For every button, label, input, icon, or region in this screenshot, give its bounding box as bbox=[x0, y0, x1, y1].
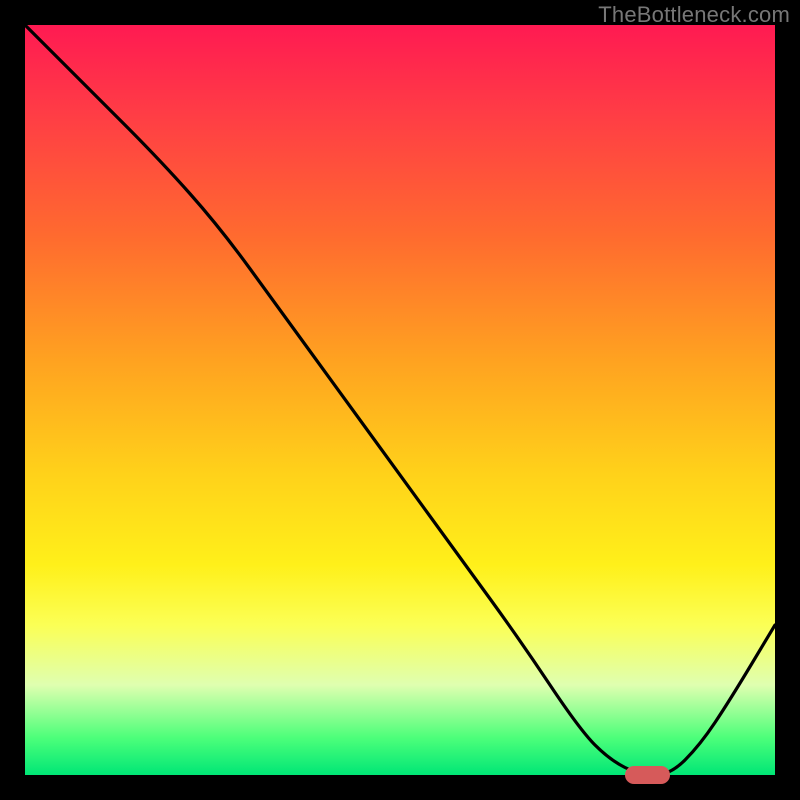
watermark-text: TheBottleneck.com bbox=[598, 2, 790, 28]
optimal-range-marker bbox=[625, 766, 670, 784]
chart-overlay bbox=[25, 25, 775, 775]
chart-frame: TheBottleneck.com bbox=[0, 0, 800, 800]
bottleneck-curve bbox=[25, 25, 775, 775]
